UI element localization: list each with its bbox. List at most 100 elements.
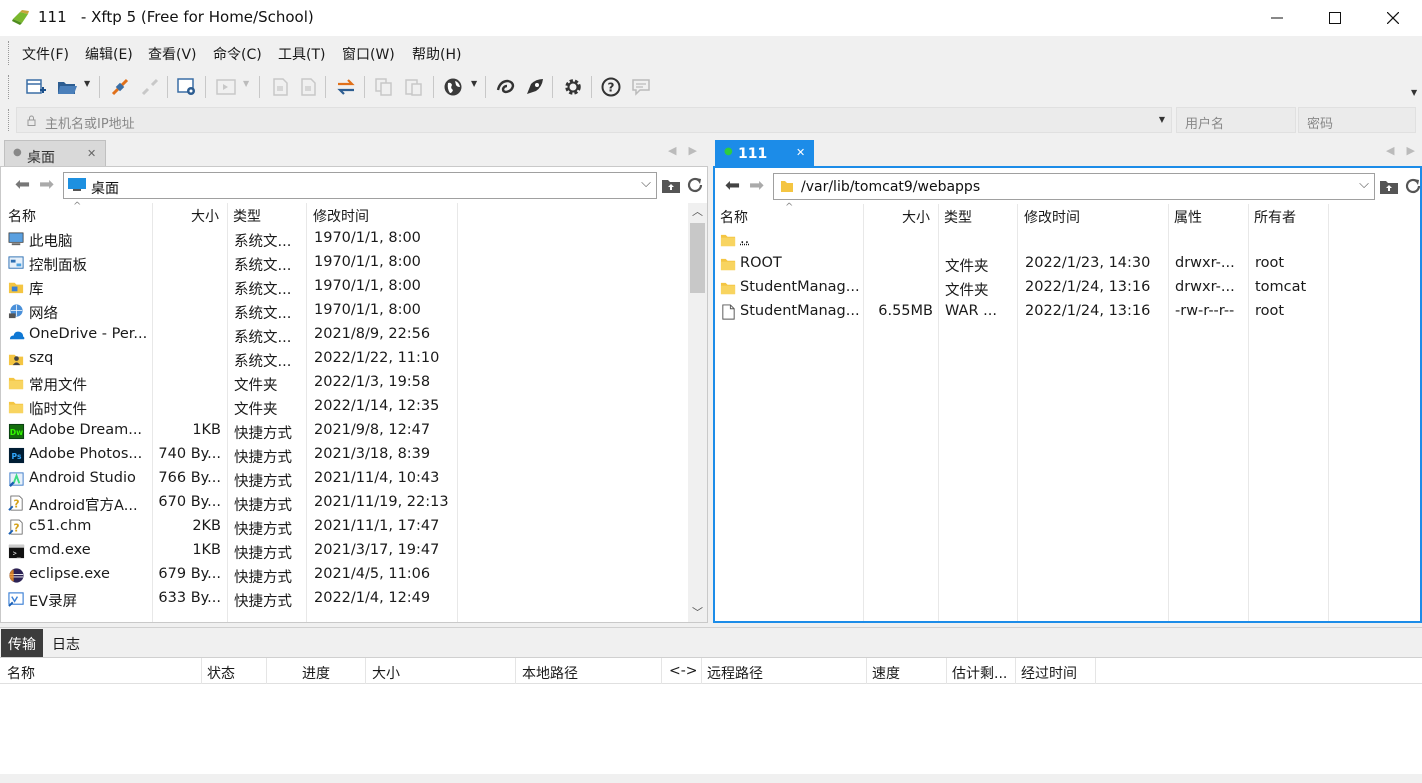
local-vertical-scrollbar[interactable]: ︿ ﹀ [688, 203, 707, 622]
encoding-button[interactable] [441, 75, 465, 99]
remote-col-modified[interactable]: 修改时间 [1024, 207, 1080, 227]
connect-button[interactable] [108, 75, 132, 99]
paste-button[interactable] [402, 75, 426, 99]
local-file-row[interactable]: ? c51.chm 2KB 快捷方式 2021/11/1, 17:47 [1, 515, 689, 539]
remote-col-size[interactable]: 大小 [902, 207, 930, 227]
download-button[interactable] [296, 75, 320, 99]
terminal-button[interactable] [214, 75, 238, 99]
options-button[interactable] [561, 75, 585, 99]
help-button[interactable]: ? [599, 75, 623, 99]
xshell-button[interactable] [493, 75, 517, 99]
tab-log[interactable]: 日志 [45, 629, 87, 657]
terminal-dropdown-icon[interactable]: ▼ [243, 79, 249, 88]
menu-file[interactable]: 文件(F) [22, 44, 69, 64]
local-col-modified[interactable]: 修改时间 [313, 206, 369, 226]
local-file-row[interactable]: EV录屏 633 By... 快捷方式 2022/1/4, 12:49 [1, 587, 689, 611]
password-input[interactable]: 密码 [1298, 107, 1416, 133]
transfer-col-remote-path[interactable]: 远程路径 [707, 663, 763, 683]
chat-button[interactable] [629, 75, 653, 99]
local-file-row[interactable]: 控制面板 系统文... 1970/1/1, 8:00 [1, 251, 689, 275]
remote-col-attributes[interactable]: 属性 [1174, 207, 1202, 227]
transfer-col-name[interactable]: 名称 [7, 663, 35, 683]
transfer-col-direction[interactable]: <-> [669, 663, 698, 679]
open-dropdown-icon[interactable]: ▼ [84, 79, 90, 88]
toolbar-grip[interactable] [8, 75, 11, 99]
tab-remote-close-icon[interactable]: ✕ [796, 146, 805, 159]
local-file-row[interactable]: 此电脑 系统文... 1970/1/1, 8:00 [1, 227, 689, 251]
host-input[interactable]: 主机名或IP地址 ▼ [16, 107, 1172, 133]
local-file-row[interactable]: 库 系统文... 1970/1/1, 8:00 [1, 275, 689, 299]
remote-col-type[interactable]: 类型 [944, 207, 972, 227]
transfer-col-local-path[interactable]: 本地路径 [522, 663, 578, 683]
local-file-row[interactable]: szq 系统文... 2022/1/22, 11:10 [1, 347, 689, 371]
remote-path-combobox[interactable]: /var/lib/tomcat9/webapps ⌵ [773, 173, 1375, 200]
remote-col-name[interactable]: 名称 [720, 207, 748, 227]
transfer-col-speed[interactable]: 速度 [872, 663, 900, 683]
xftp-button[interactable] [523, 75, 547, 99]
local-refresh-icon[interactable] [685, 176, 705, 194]
toolbar-overflow-icon[interactable]: ▼ [1411, 88, 1417, 97]
disconnect-button[interactable] [138, 75, 162, 99]
maximize-button[interactable] [1306, 0, 1364, 36]
local-file-row[interactable]: Android Studio 766 By... 快捷方式 2021/11/4, 10… [1, 467, 689, 491]
remote-file-row[interactable]: StudentManag... 文件夹 2022/1/24, 13:16 drwxr-… [715, 276, 1420, 300]
local-scroll-thumb[interactable] [690, 223, 705, 293]
open-session-button[interactable] [55, 75, 79, 99]
menu-command[interactable]: 命令(C) [213, 44, 262, 64]
local-file-row[interactable]: 常用文件 文件夹 2022/1/3, 19:58 [1, 371, 689, 395]
right-tab-scroll-icons[interactable]: ◀▶ [1386, 144, 1422, 157]
encoding-dropdown-icon[interactable]: ▼ [471, 79, 477, 88]
menu-view[interactable]: 查看(V) [148, 44, 197, 64]
menu-edit[interactable]: 编辑(E) [85, 44, 133, 64]
transfer-col-status[interactable]: 状态 [207, 663, 235, 683]
menu-grip[interactable] [8, 41, 11, 65]
local-file-row[interactable]: ? Android官方A... 670 By... 快捷方式 2021/11/19, 2… [1, 491, 689, 515]
transfer-col-elapsed[interactable]: 经过时间 [1021, 663, 1077, 683]
menu-help[interactable]: 帮助(H) [412, 44, 461, 64]
username-input[interactable]: 用户名 [1176, 107, 1296, 133]
tab-transfers[interactable]: 传输 [1, 629, 43, 657]
remote-back-arrow-icon[interactable]: ⬅ [725, 175, 740, 196]
local-file-row[interactable]: 网络 系统文... 1970/1/1, 8:00 [1, 299, 689, 323]
local-col-size[interactable]: 大小 [191, 206, 219, 226]
remote-col-owner[interactable]: 所有者 [1254, 207, 1296, 227]
transfer-col-progress[interactable]: 进度 [302, 663, 330, 683]
forward-arrow-icon[interactable]: ➡ [39, 174, 54, 195]
host-dropdown-icon[interactable]: ▼ [1159, 115, 1165, 124]
new-session-button[interactable] [24, 75, 48, 99]
remote-forward-arrow-icon[interactable]: ➡ [749, 175, 764, 196]
remote-refresh-icon[interactable] [1403, 177, 1422, 195]
left-tab-scroll-icons[interactable]: ◀▶ [668, 144, 709, 157]
address-grip[interactable] [8, 109, 11, 131]
local-file-row[interactable]: Ps Adobe Photos... 740 By... 快捷方式 2021/3/18,… [1, 443, 689, 467]
local-path-dropdown-icon[interactable]: ⌵ [641, 176, 651, 191]
local-folder-up-icon[interactable] [661, 176, 681, 194]
remote-file-row[interactable]: StudentManag... 6.55MB WAR ... 2022/1/24, 1… [715, 300, 1420, 324]
menu-window[interactable]: 窗口(W) [342, 44, 395, 64]
transfer-col-size[interactable]: 大小 [372, 663, 400, 683]
remote-folder-up-icon[interactable] [1379, 177, 1399, 195]
upload-button[interactable] [268, 75, 292, 99]
close-button[interactable] [1364, 0, 1422, 36]
remote-file-row[interactable]: ROOT 文件夹 2022/1/23, 14:30 drwxr-... root [715, 252, 1420, 276]
tab-local-close-icon[interactable]: ✕ [87, 147, 96, 160]
transfer-col-eta[interactable]: 估计剩... [952, 663, 1007, 683]
scroll-up-icon[interactable]: ︿ [692, 203, 703, 219]
local-col-type[interactable]: 类型 [233, 206, 261, 226]
back-arrow-icon[interactable]: ⬅ [15, 174, 30, 195]
minimize-button[interactable] [1248, 0, 1306, 36]
local-file-row[interactable]: >_ cmd.exe 1KB 快捷方式 2021/3/17, 19:47 [1, 539, 689, 563]
tab-local-desktop[interactable]: ● 桌面 ✕ [4, 140, 106, 168]
copy-button[interactable] [372, 75, 396, 99]
properties-button[interactable] [175, 75, 199, 99]
parent-directory-row[interactable]: .. [715, 228, 1420, 252]
scroll-down-icon[interactable]: ﹀ [692, 604, 703, 620]
local-file-row[interactable]: 临时文件 文件夹 2022/1/14, 12:35 [1, 395, 689, 419]
local-file-row[interactable]: eclipse.exe 679 By... 快捷方式 2021/4/5, 11:06 [1, 563, 689, 587]
local-file-row[interactable]: OneDrive - Per... 系统文... 2021/8/9, 22:56 [1, 323, 689, 347]
local-file-row[interactable]: Dw Adobe Dream... 1KB 快捷方式 2021/9/8, 12:47 [1, 419, 689, 443]
tab-remote-111[interactable]: ● 111 ✕ [715, 140, 814, 168]
menu-tools[interactable]: 工具(T) [278, 44, 325, 64]
local-col-name[interactable]: 名称 [8, 206, 36, 226]
remote-path-dropdown-icon[interactable]: ⌵ [1359, 177, 1369, 192]
